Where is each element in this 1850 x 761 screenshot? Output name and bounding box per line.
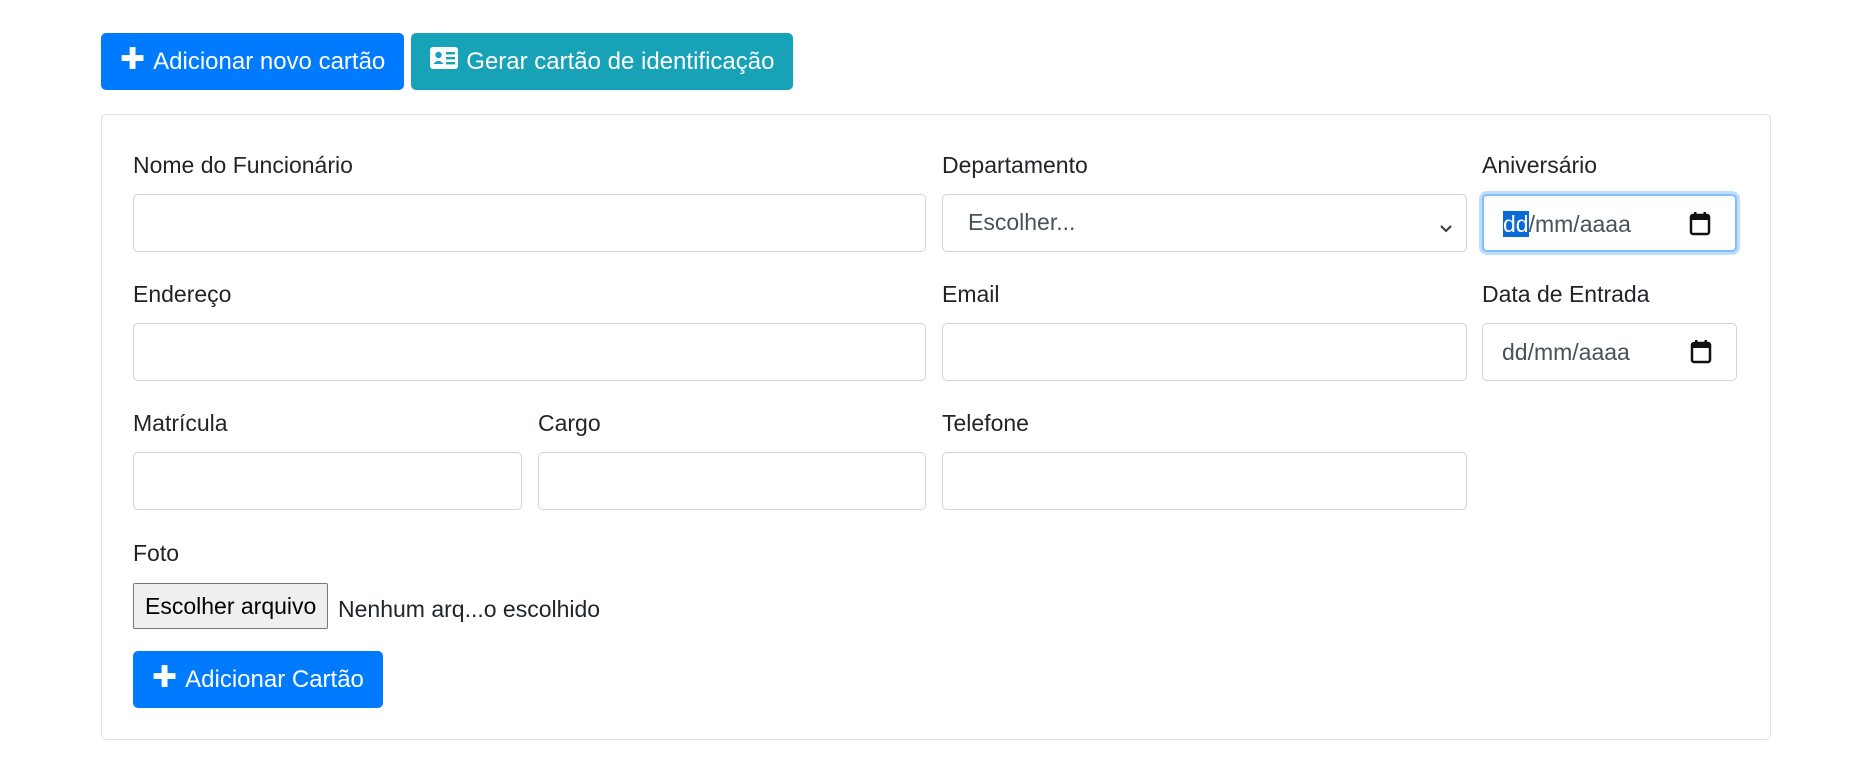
add-new-card-button[interactable]: ✚ Adicionar novo cartão — [101, 33, 405, 90]
email-label: Email — [942, 281, 1000, 307]
calendar-icon[interactable] — [1689, 212, 1711, 242]
add-new-card-label: Adicionar novo cartão — [153, 47, 386, 75]
email-input[interactable] — [942, 323, 1467, 381]
photo-label: Foto — [133, 540, 180, 566]
plus-icon: ✚ — [152, 661, 178, 694]
birthday-rest-segment: /mm/aaaa — [1528, 211, 1631, 237]
address-label: Endereço — [133, 281, 232, 307]
birthday-date-placeholder: dd/mm/aaaa — [1503, 211, 1631, 238]
choose-file-button[interactable]: Escolher arquivo — [133, 583, 329, 629]
registration-input[interactable] — [133, 452, 522, 510]
add-card-submit-button[interactable]: ✚ Adicionar Cartão — [133, 651, 383, 708]
registration-label: Matrícula — [133, 410, 228, 436]
plus-icon: ✚ — [120, 43, 146, 76]
id-card-icon — [430, 47, 459, 76]
add-card-submit-label: Adicionar Cartão — [185, 665, 364, 693]
phone-label: Telefone — [942, 410, 1029, 436]
birthday-date-input[interactable]: dd/mm/aaaa — [1482, 194, 1737, 252]
employee-name-input[interactable] — [133, 194, 926, 252]
start-date-placeholder: dd/mm/aaaa — [1502, 339, 1630, 365]
position-label: Cargo — [538, 410, 601, 436]
birthday-label: Aniversário — [1482, 152, 1598, 178]
generate-id-card-button[interactable]: Gerar cartão de identificação — [411, 33, 794, 90]
position-input[interactable] — [538, 452, 926, 510]
toolbar: ✚ Adicionar novo cartão Gerar cartão de … — [101, 33, 794, 90]
address-input[interactable] — [133, 323, 926, 381]
file-status-text: Nenhum arq...o escolhido — [338, 596, 601, 622]
department-select[interactable]: Escolher... — [942, 194, 1467, 252]
birthday-day-segment[interactable]: dd — [1503, 211, 1529, 237]
department-selected-value: Escolher... — [968, 209, 1076, 235]
generate-id-card-label: Gerar cartão de identificação — [466, 47, 775, 75]
employee-name-label: Nome do Funcionário — [133, 152, 353, 178]
chevron-down-icon — [1438, 215, 1454, 242]
calendar-icon[interactable] — [1690, 340, 1712, 370]
start-date-label: Data de Entrada — [1482, 281, 1650, 307]
start-date-input[interactable]: dd/mm/aaaa — [1482, 323, 1737, 381]
department-label: Departamento — [942, 152, 1088, 178]
phone-input[interactable] — [942, 452, 1467, 510]
